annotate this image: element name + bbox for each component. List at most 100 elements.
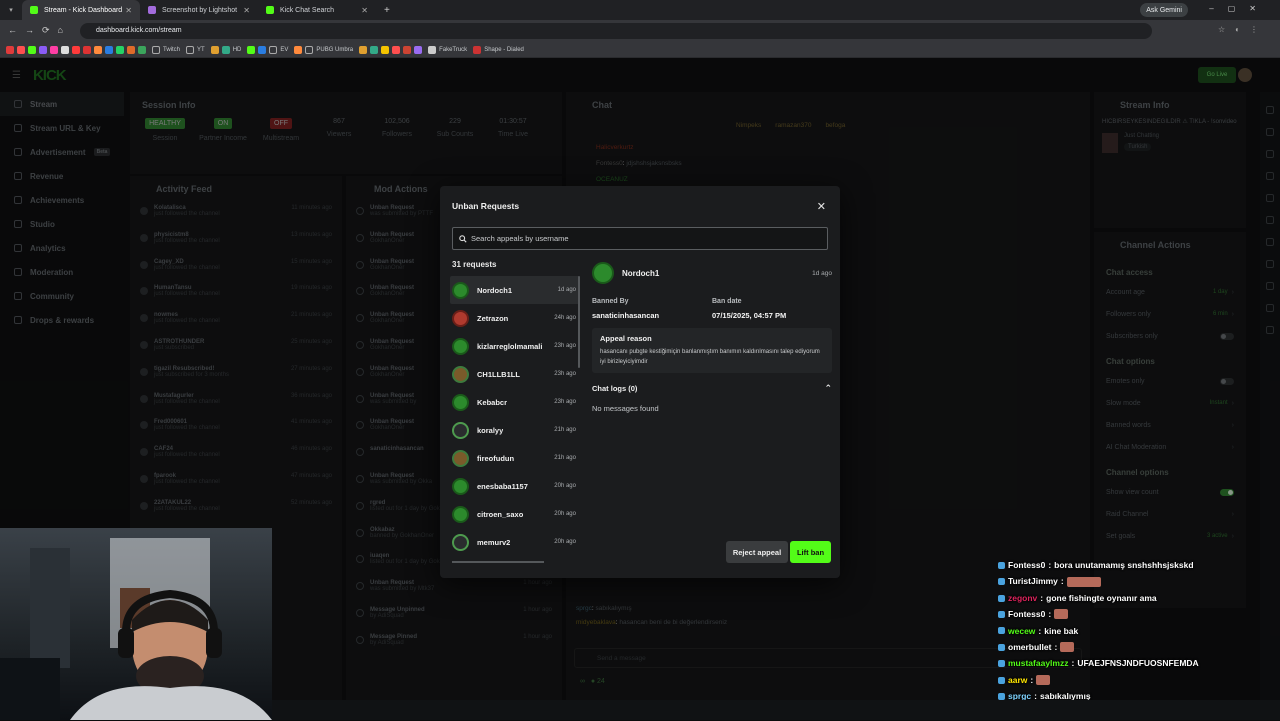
bookmark-apps[interactable] [6,45,146,54]
overlay-chat-text: UFAEJFNSJNDFUOSNFEMDA [1077,658,1199,669]
tab-search-icon[interactable]: ▾ [0,0,22,20]
appeal-reason-box: Appeal reason hasancanı pubgte kestiğimi… [592,328,832,373]
request-time: 23h ago [554,371,576,377]
request-time: 20h ago [554,539,576,545]
badge-icon [998,660,1005,668]
ban-date-label: Ban date [712,298,742,305]
url-text: dashboard.kick.com/stream [96,27,182,34]
bookmark-pubg-umbra[interactable]: PUBG Umbra [294,45,354,54]
chat-logs-toggle[interactable]: Chat logs (0) ⌃ [592,383,832,394]
badge-icon [998,594,1005,602]
close-tab-icon[interactable]: ✕ [243,6,250,15]
unban-request-item[interactable]: memurv2 20h ago [450,528,580,556]
emote-image [1036,675,1051,686]
request-time: 23h ago [554,343,576,349]
request-time: 23h ago [554,399,576,405]
tab-kick-chat-search[interactable]: Kick Chat Search ✕ [258,0,376,20]
modal-title: Unban Requests [452,201,520,211]
kick-favicon-icon [30,6,38,14]
request-username: enesbaba1157 [477,481,528,491]
user-avatar [452,393,469,411]
overlay-chat-user: zegonv [1008,592,1038,603]
unban-request-item[interactable]: koralyy 21h ago [450,416,580,444]
overlay-chat-user: Fontess0 [1008,609,1046,620]
bookmark-twitch[interactable]: Twitch [152,45,181,54]
bookmark-yt[interactable]: YT [186,45,205,54]
unban-request-item[interactable]: fireofudun 21h ago [450,444,580,472]
chat-logs-label: Chat logs (0) [592,384,638,393]
ban-date-value: 07/15/2025, 04:57 PM [712,311,787,320]
request-time: 21h ago [554,427,576,433]
appeal-reason-text: hasancanı pubgte kestiğimiçin banlanmışt… [600,349,820,365]
ask-gemini-button[interactable]: Ask Gemini [1140,3,1188,17]
user-avatar [452,449,469,467]
overlay-chat-colon: : [1038,625,1042,636]
close-tab-icon[interactable]: ✕ [361,6,368,15]
ask-gemini-label: Ask Gemini [1146,6,1182,14]
unban-request-item[interactable]: Zetrazon 24h ago [450,304,580,332]
chevron-up-icon: ⌃ [824,383,832,393]
tab-lightshot[interactable]: Screenshot by Lightshot ✕ [140,0,258,20]
overlay-chat-colon: : [1030,674,1034,685]
user-avatar [452,421,469,439]
bookmark-misc[interactable] [359,45,423,54]
lift-ban-button[interactable]: Lift ban [790,541,831,563]
request-list-hscrollbar[interactable] [452,561,544,563]
banned-by-label: Banned By [592,298,629,305]
unban-request-list: Nordoch1 1d ago Zetrazon 24h ago kizlarreglo… [450,276,580,564]
request-time: 20h ago [554,483,576,489]
unban-request-item[interactable]: CH1LLB1LL 23h ago [450,360,580,388]
bookmarks-bar: Twitch YT HD EV PUBG Umbra FakeTruck Sha… [0,42,1280,58]
new-tab-button[interactable]: + [376,5,390,16]
request-list-scrollbar[interactable] [578,276,580,368]
overlay-chat-user: omerbullet [1008,642,1052,653]
nav-buttons[interactable]: ←→⟳⌂ [8,25,71,36]
unban-request-item[interactable]: citroen_saxo 20h ago [450,500,580,528]
unban-request-item[interactable]: Nordoch1 1d ago [450,276,580,304]
overlay-chat-line: zegonv : gone fishingte oynanır ama [998,590,1278,606]
request-time: 21h ago [554,455,576,461]
tab-title: Screenshot by Lightshot [162,6,238,14]
reject-appeal-button[interactable]: Reject appeal [726,541,788,563]
detail-username[interactable]: Nordoch1 [622,269,659,278]
close-icon[interactable]: ✕ [817,200,826,213]
close-tab-icon[interactable]: ✕ [125,6,132,15]
search-appeals-input[interactable]: Search appeals by username [452,227,828,250]
address-toolbar: ←→⟳⌂ dashboard.kick.com/stream ☆◐⋮ [0,20,1280,42]
user-avatar [452,337,469,355]
request-username: fireofudun [477,453,515,463]
bookmark-faketruck[interactable]: FakeTruck [428,45,467,54]
reject-appeal-label: Reject appeal [732,547,782,557]
request-username: citroen_saxo [477,509,524,519]
request-username: CH1LLB1LL [477,369,520,379]
bookmark-label: Twitch [163,46,181,53]
unban-request-item[interactable]: Kebabcr 23h ago [450,388,580,416]
bookmark-hd[interactable]: HD [210,45,242,54]
streamer-webcam-image [0,538,272,720]
bookmark-shape-dialed[interactable]: Shape - Dialed [473,45,524,54]
request-time: 1d ago [557,287,576,293]
request-count: 31 requests [452,260,497,269]
bookmark-label: HD [232,46,242,53]
badge-icon [998,627,1005,635]
toolbar-extension-icons[interactable]: ☆◐⋮ [1218,25,1268,34]
unban-request-item[interactable]: kizlarreglolmamali 23h ago [450,332,580,360]
stream-chat-overlay: Fontess0 : bora unutamamış snshshhsjskskd… [998,557,1278,721]
window-controls[interactable]: –▢✕ [1209,4,1270,13]
unban-request-item[interactable]: enesbaba1157 20h ago [450,472,580,500]
bookmark-label: PUBG Umbra [316,46,354,53]
url-field[interactable]: dashboard.kick.com/stream [80,23,1152,39]
request-username: memurv2 [477,537,511,547]
taskbar [272,700,1280,720]
overlay-chat-colon: : [1040,592,1044,603]
bookmark-ev[interactable]: EV [247,45,288,54]
overlay-chat-colon: : [1048,560,1052,570]
overlay-chat-text: gone fishingte oynanır ama [1046,592,1157,603]
user-avatar [452,477,469,495]
overlay-chat-user: wecew [1008,625,1036,636]
badge-icon [998,561,1005,569]
tab-kick-dashboard[interactable]: Stream - Kick Dashboard ✕ [22,0,140,20]
request-username: kizlarreglolmamali [477,341,543,351]
overlay-chat-colon: : [1071,658,1075,669]
search-icon [459,234,467,243]
